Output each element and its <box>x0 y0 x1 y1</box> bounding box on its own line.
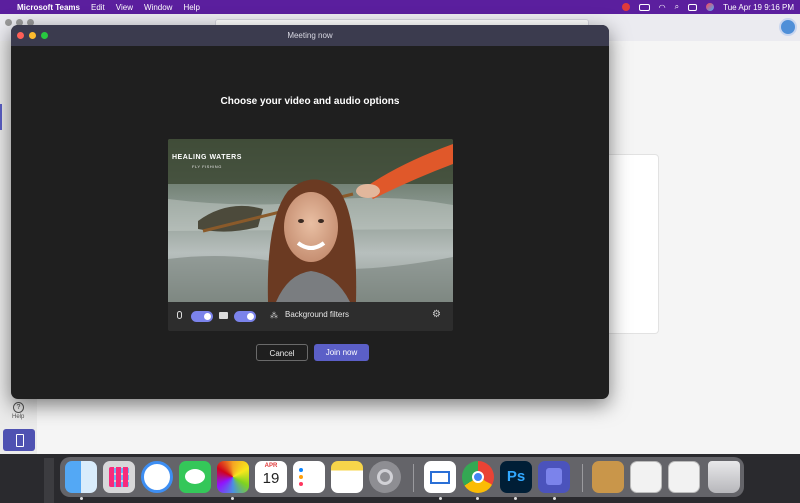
photoshop-icon[interactable]: Ps <box>500 461 532 493</box>
reminders-icon[interactable] <box>293 461 325 493</box>
calendar-icon[interactable]: APR 19 <box>255 461 287 493</box>
dialog-title: Meeting now <box>287 31 333 40</box>
trash-icon[interactable] <box>708 461 740 493</box>
cancel-button[interactable]: Cancel <box>256 344 308 361</box>
calendar-month: APR <box>264 463 278 469</box>
dialog-heading: Choose your video and audio options <box>220 96 400 107</box>
search-icon[interactable]: ⌕ <box>675 2 679 12</box>
menu-window[interactable]: Window <box>144 3 172 12</box>
video-preview: HEALING WATERS FLY FISHING <box>168 139 453 302</box>
pre-join-dialog: Meeting now Choose your video and audio … <box>11 25 609 399</box>
safari-icon[interactable] <box>141 461 173 493</box>
download-mobile-button[interactable] <box>3 429 35 451</box>
clock-datetime[interactable]: Tue Apr 19 9:16 PM <box>723 3 794 12</box>
wifi-icon[interactable]: ◠ <box>659 3 666 12</box>
notes-icon[interactable] <box>331 461 363 493</box>
help-icon[interactable]: ? <box>13 402 24 413</box>
siri-icon[interactable] <box>706 3 715 11</box>
chrome-icon[interactable] <box>462 461 494 493</box>
running-indicator <box>439 497 442 500</box>
mail-icon[interactable] <box>424 461 456 493</box>
dock-separator <box>413 464 414 492</box>
documents-stack-icon[interactable] <box>630 461 662 493</box>
camera-toggle[interactable] <box>234 311 256 322</box>
running-indicator <box>514 497 517 500</box>
desktop-strip <box>44 458 54 503</box>
menu-view[interactable]: View <box>116 3 133 12</box>
menu-edit[interactable]: Edit <box>91 3 105 12</box>
running-indicator <box>476 497 479 500</box>
menu-help[interactable]: Help <box>183 3 199 12</box>
device-settings-gear-icon[interactable]: ⚙ <box>432 309 441 320</box>
running-indicator <box>80 497 83 500</box>
messages-icon[interactable] <box>179 461 211 493</box>
menu-bar: Microsoft Teams Edit View Window Help ◠ … <box>0 0 800 14</box>
sidebar-item-help-label[interactable]: Help <box>12 414 24 420</box>
photos-icon[interactable] <box>217 461 249 493</box>
dock-separator <box>582 464 583 492</box>
archive-box-icon[interactable] <box>592 461 624 493</box>
video-overlay-subtitle: FLY FISHING <box>192 164 222 169</box>
background-filters-button[interactable]: Background filters <box>285 310 349 319</box>
record-icon[interactable] <box>621 3 630 11</box>
microphone-toggle[interactable] <box>191 311 213 322</box>
system-preferences-icon[interactable] <box>369 461 401 493</box>
video-overlay-logo: HEALING WATERS <box>172 154 242 161</box>
microphone-icon <box>177 311 182 319</box>
join-now-button[interactable]: Join now <box>314 344 369 361</box>
control-center-icon[interactable] <box>688 3 698 11</box>
menu-app-name[interactable]: Microsoft Teams <box>17 3 80 12</box>
finder-icon[interactable] <box>65 461 97 493</box>
avatar[interactable] <box>779 18 797 36</box>
sidebar-active-indicator <box>0 104 2 130</box>
running-indicator <box>231 497 234 500</box>
downloads-stack-icon[interactable] <box>668 461 700 493</box>
camera-icon <box>219 312 228 319</box>
launchpad-icon[interactable] <box>103 461 135 493</box>
teams-icon[interactable] <box>538 461 570 493</box>
battery-icon[interactable] <box>638 3 650 11</box>
background-effects-icon[interactable]: ⁂ <box>270 311 278 320</box>
calendar-day: 19 <box>262 470 280 487</box>
phone-icon <box>16 434 24 447</box>
running-indicator <box>553 497 556 500</box>
